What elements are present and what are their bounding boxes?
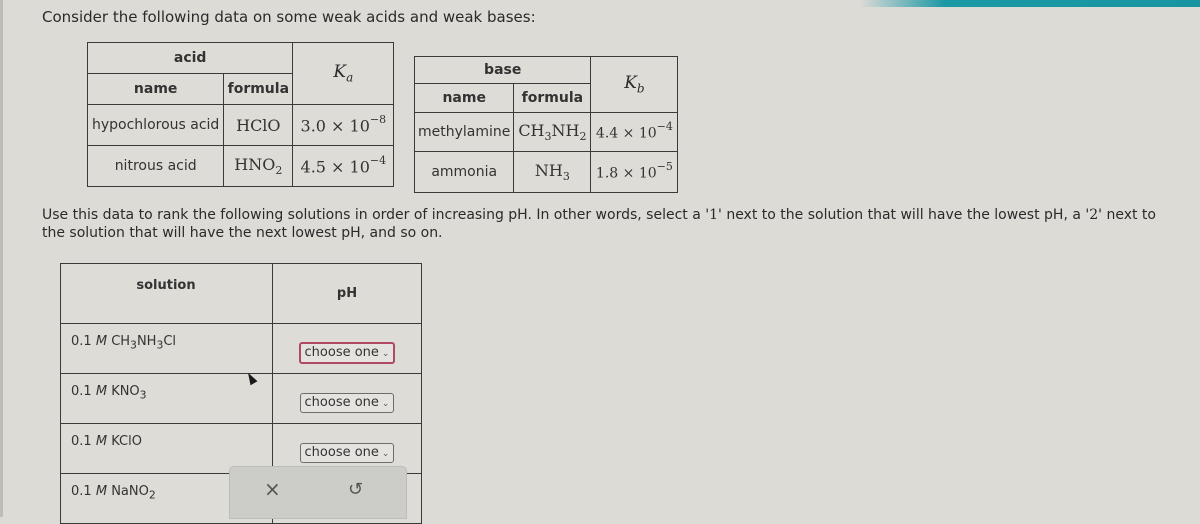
acid-formula: HClO — [223, 104, 294, 146]
base-name-header: name — [413, 83, 515, 113]
chevron-down-icon: ⌄ — [381, 399, 390, 409]
base-group-header: base — [413, 56, 592, 84]
acid-name-header: name — [86, 73, 225, 105]
acid-table: acid Ka name formula hypochlorous acid H… — [86, 42, 395, 187]
base-formula-header: formula — [513, 83, 592, 113]
base-kb: 1.8 × 10−5 — [590, 151, 679, 193]
base-name: methylamine — [413, 112, 515, 152]
table-row: 0.1 M CH3NH3Cl choose one ⌄ — [60, 323, 422, 374]
close-icon: × — [264, 477, 281, 501]
ph-rank-select[interactable]: choose one⌄ — [299, 393, 395, 413]
acid-formula: HNO2 — [223, 145, 294, 187]
chevron-down-icon: ⌄ — [381, 449, 390, 459]
header-accent-band — [860, 0, 1200, 7]
ph-cell: choose one⌄ — [272, 323, 422, 374]
ph-header: pH — [272, 263, 422, 324]
solution-header: solution — [60, 263, 273, 324]
acid-formula-header: formula — [223, 73, 294, 105]
base-formula: NH3 — [513, 151, 592, 193]
intro-text: Consider the following data on some weak… — [42, 8, 536, 26]
ka-header: Ka — [292, 42, 395, 105]
acid-ka: 4.5 × 10−4 — [292, 145, 395, 187]
ph-rank-select[interactable]: choose one⌄ — [299, 443, 395, 463]
ph-rank-select[interactable]: choose one⌄ — [298, 342, 396, 364]
base-table: base Kb name formula methylamine CH3NH2 … — [413, 56, 679, 193]
chevron-down-icon: ⌄ — [381, 349, 390, 359]
ph-cell: choose one⌄ — [272, 373, 422, 424]
action-bar: × ↺ — [229, 466, 407, 519]
solution-cell: 0.1 M CH3NH3Cl — [60, 323, 273, 374]
table-row: 0.1 M KNO3 choose one ⌄ — [60, 373, 422, 424]
solution-cell: 0.1 M KNO3 — [60, 373, 273, 424]
instructions-text: Use this data to rank the following solu… — [42, 207, 1156, 241]
acid-ka: 3.0 × 10−8 — [292, 104, 395, 146]
base-formula: CH3NH2 — [513, 112, 592, 152]
acid-name: hypochlorous acid — [86, 104, 225, 146]
acid-group-header: acid — [86, 42, 294, 74]
clear-button[interactable]: × — [264, 477, 281, 501]
kb-header: Kb — [590, 56, 679, 113]
acid-name: nitrous acid — [86, 145, 225, 187]
left-edge — [0, 0, 3, 517]
base-kb: 4.4 × 10−4 — [590, 112, 679, 152]
base-name: ammonia — [413, 151, 515, 193]
undo-button[interactable]: ↺ — [348, 479, 363, 500]
undo-icon: ↺ — [348, 479, 364, 500]
